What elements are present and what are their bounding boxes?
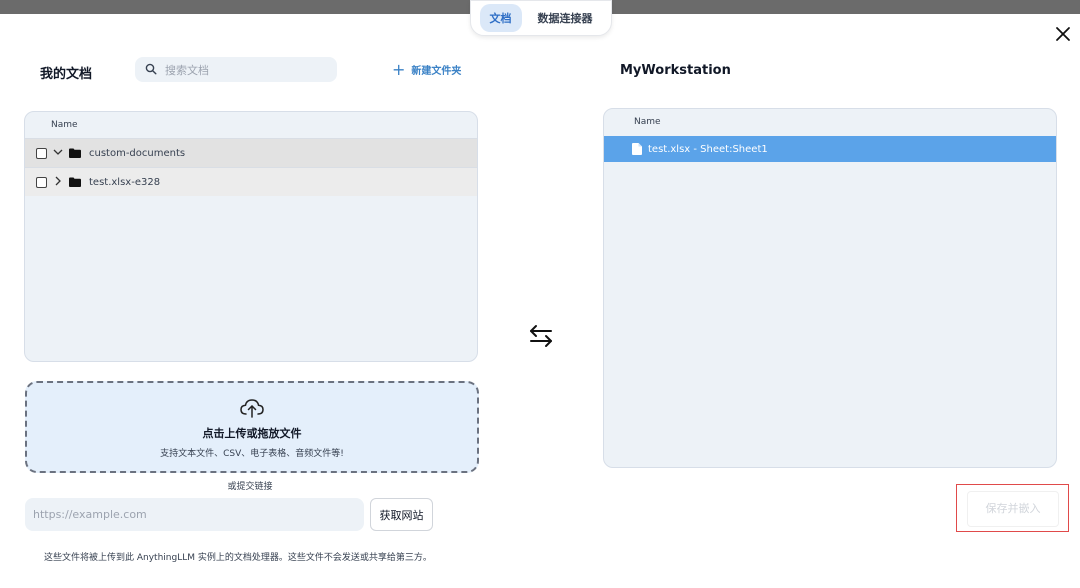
my-documents-title: 我的文档 [40, 67, 93, 82]
chevron-right-icon[interactable] [51, 176, 65, 189]
folder-row[interactable]: custom-documents [25, 138, 477, 167]
fetch-website-button[interactable]: 获取网站 [370, 498, 433, 531]
document-list-panel: Name custom-documents test.xlsx-e328 [24, 111, 478, 362]
upload-subtitle: 支持文本文件、CSV、电子表格、音频文件等! [160, 449, 344, 459]
tab-switcher: 文档 数据连接器 [470, 0, 612, 36]
row-checkbox[interactable] [36, 147, 47, 159]
search-box [135, 57, 337, 82]
folder-row[interactable]: test.xlsx-e328 [25, 167, 477, 196]
file-icon [632, 143, 642, 155]
save-and-embed-button[interactable]: 保存并嵌入 [956, 484, 1069, 532]
workspace-document-panel: Name test.xlsx - Sheet:Sheet1 [603, 108, 1057, 468]
column-header-name: Name [634, 117, 661, 127]
column-header-name: Name [51, 120, 78, 130]
new-folder-label: 新建文件夹 [411, 66, 462, 77]
upload-disclaimer: 这些文件将被上传到此 AnythingLLM 实例上的文档处理器。这些文件不会发… [44, 553, 432, 563]
cloud-upload-icon [240, 399, 264, 418]
folder-icon [69, 177, 81, 187]
tab-documents[interactable]: 文档 [479, 4, 522, 32]
close-icon[interactable] [1054, 25, 1072, 43]
upload-title: 点击上传或拖放文件 [202, 427, 302, 440]
tab-data-connectors[interactable]: 数据连接器 [528, 4, 603, 32]
search-input[interactable] [163, 59, 332, 81]
search-icon [145, 63, 157, 75]
workspace-document-row[interactable]: test.xlsx - Sheet:Sheet1 [604, 136, 1056, 162]
row-checkbox[interactable] [36, 176, 47, 188]
url-input[interactable] [25, 498, 364, 531]
upload-dropzone[interactable]: 点击上传或拖放文件 支持文本文件、CSV、电子表格、音频文件等! [25, 381, 479, 473]
plus-icon: + [392, 59, 406, 79]
workspace-title: MyWorkstation [620, 63, 731, 78]
new-folder-button[interactable]: + 新建文件夹 [392, 59, 462, 79]
or-submit-link-label: 或提交链接 [227, 482, 273, 492]
chevron-down-icon[interactable] [51, 148, 65, 159]
folder-icon [69, 148, 81, 158]
workspace-document-name: test.xlsx - Sheet:Sheet1 [648, 143, 768, 155]
save-and-embed-label: 保存并嵌入 [967, 491, 1059, 527]
folder-name: custom-documents [89, 147, 186, 159]
swap-arrows-icon[interactable] [527, 322, 555, 350]
folder-name: test.xlsx-e328 [89, 176, 161, 188]
